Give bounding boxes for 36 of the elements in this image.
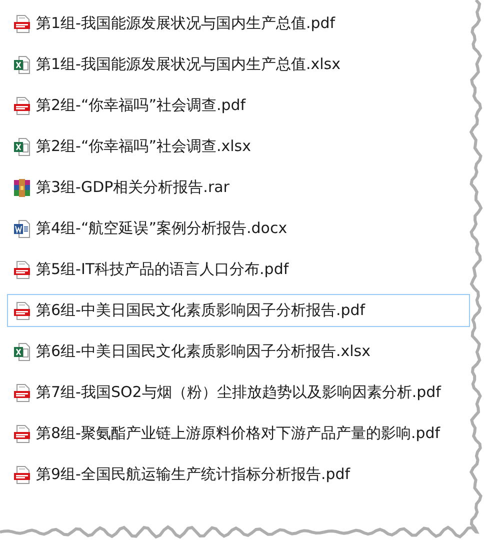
file-name: 第2组-“你幸福吗”社会调查.xlsx [36,137,252,156]
archive-file-icon [14,178,30,196]
pdf-file-icon [14,14,30,32]
file-name: 第8组-聚氨酯产业链上游原料价格对下游产品产量的影响.pdf [36,424,440,443]
file-item[interactable]: 第4组-“航空延误”案例分析报告.docx [7,212,470,245]
file-name: 第3组-GDP相关分析报告.rar [36,178,230,197]
file-name: 第2组-“你幸福吗”社会调查.pdf [36,96,246,115]
file-item[interactable]: 第6组-中美日国民文化素质影响因子分析报告.xlsx [7,335,470,368]
pdf-file-icon [14,424,30,442]
file-item[interactable]: 第9组-全国民航运输生产统计指标分析报告.pdf [7,458,470,491]
file-item[interactable]: 第1组-我国能源发展状况与国内生产总值.pdf [7,7,470,40]
pdf-file-icon [14,260,30,278]
file-name: 第1组-我国能源发展状况与国内生产总值.xlsx [36,55,340,74]
word-file-icon [14,220,30,238]
file-item[interactable]: 第3组-GDP相关分析报告.rar [7,171,470,204]
file-name: 第1组-我国能源发展状况与国内生产总值.pdf [36,14,336,33]
pdf-file-icon [14,466,30,484]
file-name: 第7组-我国SO2与烟（粉）尘排放趋势以及影响因素分析.pdf [36,383,441,402]
file-item[interactable]: 第5组-IT科技产品的语言人口分布.pdf [7,253,470,286]
file-item[interactable]: 第7组-我国SO2与烟（粉）尘排放趋势以及影响因素分析.pdf [7,376,470,409]
pdf-file-icon [14,96,30,114]
file-name: 第9组-全国民航运输生产统计指标分析报告.pdf [36,465,350,484]
file-name: 第6组-中美日国民文化素质影响因子分析报告.pdf [36,301,366,320]
file-item[interactable]: 第6组-中美日国民文化素质影响因子分析报告.pdf [7,294,470,327]
pdf-file-icon [14,384,30,402]
file-name: 第5组-IT科技产品的语言人口分布.pdf [36,260,289,279]
file-item[interactable]: 第8组-聚氨酯产业链上游原料价格对下游产品产量的影响.pdf [7,417,470,450]
pdf-file-icon [14,302,30,320]
spreadsheet-file-icon [14,56,30,74]
file-item[interactable]: 第2组-“你幸福吗”社会调查.xlsx [7,130,470,163]
file-item[interactable]: 第2组-“你幸福吗”社会调查.pdf [7,89,470,122]
file-name: 第4组-“航空延误”案例分析报告.docx [36,219,288,238]
file-name: 第6组-中美日国民文化素质影响因子分析报告.xlsx [36,342,370,361]
spreadsheet-file-icon [14,138,30,156]
spreadsheet-file-icon [14,342,30,360]
file-item[interactable]: 第1组-我国能源发展状况与国内生产总值.xlsx [7,48,470,81]
